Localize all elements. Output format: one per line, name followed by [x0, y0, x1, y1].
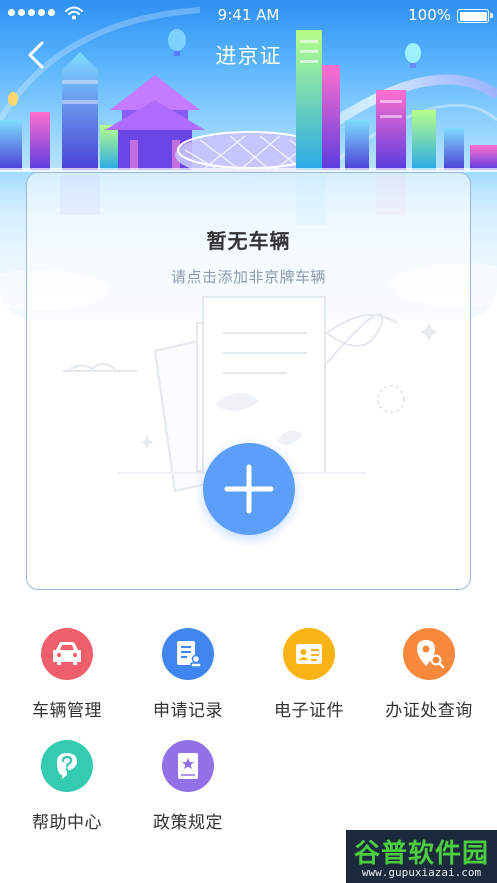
menu-icon-policy — [162, 740, 214, 792]
location-search-icon — [417, 640, 445, 669]
policy-book-icon — [178, 753, 198, 779]
car-icon — [53, 642, 81, 665]
page-title: 进京证 — [215, 44, 282, 68]
menu-label: 政策规定 — [153, 813, 223, 833]
menu-item-policy[interactable]: 政策规定 — [128, 740, 248, 850]
menu-item-vehicle-management[interactable]: 车辆管理 — [7, 628, 127, 738]
empty-state-title: 暂无车辆 — [206, 229, 291, 253]
menu-label: 电子证件 — [274, 701, 344, 721]
add-vehicle-button[interactable] — [203, 443, 295, 535]
document-stamp-icon — [177, 641, 202, 668]
menu-item-help-center[interactable]: 帮助中心 — [7, 740, 127, 850]
vehicle-card: 暂无车辆 请点击添加非京牌车辆 — [26, 172, 471, 590]
menu-label: 车辆管理 — [32, 701, 102, 721]
empty-state-subtitle: 请点击添加非京牌车辆 — [170, 268, 326, 286]
menu-label: 帮助中心 — [32, 813, 102, 833]
battery-percentage: 100% — [408, 6, 451, 24]
status-bar: 9:41 AM 100% — [0, 0, 497, 30]
menu-icon-vehicle — [41, 628, 93, 680]
menu-label: 申请记录 — [153, 701, 223, 721]
menu-icon-records — [162, 628, 214, 680]
menu-item-office-lookup[interactable]: 办证处查询 — [369, 628, 489, 738]
menu-icon-office-lookup — [403, 628, 455, 680]
watermark-url: www.gupuxiazai.com — [361, 866, 482, 879]
watermark-name: 谷普软件园 — [353, 839, 489, 869]
menu-icon-certificate — [283, 628, 335, 680]
site-watermark: 谷普软件园 www.gupuxiazai.com — [346, 830, 497, 883]
question-icon — [57, 753, 77, 779]
menu-item-application-records[interactable]: 申请记录 — [128, 628, 248, 738]
battery-icon — [457, 9, 493, 23]
menu-label: 办证处查询 — [385, 701, 473, 721]
menu-icon-help — [41, 740, 93, 792]
id-card-icon — [296, 644, 322, 664]
plus-icon — [224, 464, 274, 514]
menu-item-electronic-certificate[interactable]: 电子证件 — [249, 628, 369, 738]
